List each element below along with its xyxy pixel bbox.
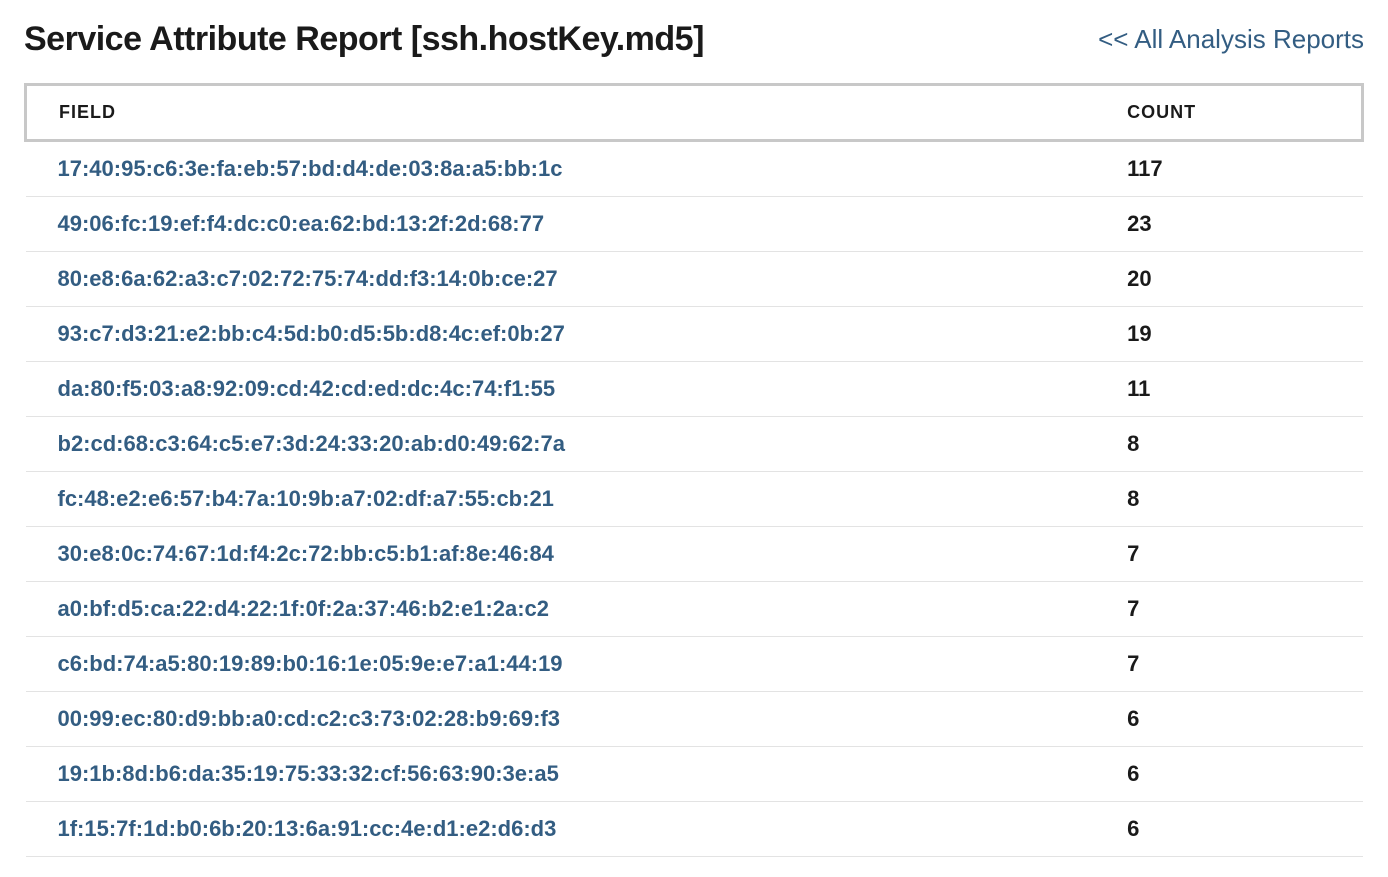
field-cell: da:80:f5:03:a8:92:09:cd:42:cd:ed:dc:4c:7… xyxy=(26,362,1096,417)
table-row: 17:40:95:c6:3e:fa:eb:57:bd:d4:de:03:8a:a… xyxy=(26,141,1363,197)
table-row: da:80:f5:03:a8:92:09:cd:42:cd:ed:dc:4c:7… xyxy=(26,362,1363,417)
table-row: b2:cd:68:c3:64:c5:e7:3d:24:33:20:ab:d0:4… xyxy=(26,417,1363,472)
count-cell: 19 xyxy=(1095,307,1362,362)
count-cell: 7 xyxy=(1095,527,1362,582)
count-cell: 20 xyxy=(1095,252,1362,307)
count-cell: 6 xyxy=(1095,802,1362,857)
table-header: FIELD COUNT xyxy=(26,85,1363,141)
column-header-count: COUNT xyxy=(1095,85,1362,141)
table-row: 1f:15:7f:1d:b0:6b:20:13:6a:91:cc:4e:d1:e… xyxy=(26,802,1363,857)
field-link[interactable]: 30:e8:0c:74:67:1d:f4:2c:72:bb:c5:b1:af:8… xyxy=(58,541,554,566)
page-title: Service Attribute Report [ssh.hostKey.md… xyxy=(24,20,704,59)
field-link[interactable]: a0:bf:d5:ca:22:d4:22:1f:0f:2a:37:46:b2:e… xyxy=(58,596,550,621)
field-cell: 1f:15:7f:1d:b0:6b:20:13:6a:91:cc:4e:d1:e… xyxy=(26,802,1096,857)
table-row: c6:bd:74:a5:80:19:89:b0:16:1e:05:9e:e7:a… xyxy=(26,637,1363,692)
column-header-field: FIELD xyxy=(26,85,1096,141)
field-link[interactable]: b2:cd:68:c3:64:c5:e7:3d:24:33:20:ab:d0:4… xyxy=(58,431,565,456)
field-cell: 30:e8:0c:74:67:1d:f4:2c:72:bb:c5:b1:af:8… xyxy=(26,527,1096,582)
field-link[interactable]: 17:40:95:c6:3e:fa:eb:57:bd:d4:de:03:8a:a… xyxy=(58,156,563,181)
table-row: 00:99:ec:80:d9:bb:a0:cd:c2:c3:73:02:28:b… xyxy=(26,692,1363,747)
field-cell: 80:e8:6a:62:a3:c7:02:72:75:74:dd:f3:14:0… xyxy=(26,252,1096,307)
count-cell: 8 xyxy=(1095,472,1362,527)
table-row: 19:1b:8d:b6:da:35:19:75:33:32:cf:56:63:9… xyxy=(26,747,1363,802)
field-cell: fc:48:e2:e6:57:b4:7a:10:9b:a7:02:df:a7:5… xyxy=(26,472,1096,527)
field-cell: 49:06:fc:19:ef:f4:dc:c0:ea:62:bd:13:2f:2… xyxy=(26,197,1096,252)
field-cell: 17:40:95:c6:3e:fa:eb:57:bd:d4:de:03:8a:a… xyxy=(26,141,1096,197)
count-cell: 23 xyxy=(1095,197,1362,252)
field-link[interactable]: c6:bd:74:a5:80:19:89:b0:16:1e:05:9e:e7:a… xyxy=(58,651,563,676)
field-cell: c6:bd:74:a5:80:19:89:b0:16:1e:05:9e:e7:a… xyxy=(26,637,1096,692)
field-link[interactable]: 00:99:ec:80:d9:bb:a0:cd:c2:c3:73:02:28:b… xyxy=(58,706,561,731)
table-body: 17:40:95:c6:3e:fa:eb:57:bd:d4:de:03:8a:a… xyxy=(26,141,1363,857)
table-row: 93:c7:d3:21:e2:bb:c4:5d:b0:d5:5b:d8:4c:e… xyxy=(26,307,1363,362)
count-cell: 6 xyxy=(1095,692,1362,747)
field-cell: a0:bf:d5:ca:22:d4:22:1f:0f:2a:37:46:b2:e… xyxy=(26,582,1096,637)
field-link[interactable]: 19:1b:8d:b6:da:35:19:75:33:32:cf:56:63:9… xyxy=(58,761,559,786)
field-link[interactable]: da:80:f5:03:a8:92:09:cd:42:cd:ed:dc:4c:7… xyxy=(58,376,556,401)
field-link[interactable]: fc:48:e2:e6:57:b4:7a:10:9b:a7:02:df:a7:5… xyxy=(58,486,554,511)
report-table: FIELD COUNT 17:40:95:c6:3e:fa:eb:57:bd:d… xyxy=(24,83,1364,857)
count-cell: 7 xyxy=(1095,582,1362,637)
field-cell: b2:cd:68:c3:64:c5:e7:3d:24:33:20:ab:d0:4… xyxy=(26,417,1096,472)
count-cell: 11 xyxy=(1095,362,1362,417)
field-link[interactable]: 49:06:fc:19:ef:f4:dc:c0:ea:62:bd:13:2f:2… xyxy=(58,211,545,236)
count-cell: 6 xyxy=(1095,747,1362,802)
all-reports-link[interactable]: << All Analysis Reports xyxy=(1098,24,1364,55)
table-row: 80:e8:6a:62:a3:c7:02:72:75:74:dd:f3:14:0… xyxy=(26,252,1363,307)
count-cell: 8 xyxy=(1095,417,1362,472)
field-cell: 00:99:ec:80:d9:bb:a0:cd:c2:c3:73:02:28:b… xyxy=(26,692,1096,747)
table-row: fc:48:e2:e6:57:b4:7a:10:9b:a7:02:df:a7:5… xyxy=(26,472,1363,527)
field-link[interactable]: 1f:15:7f:1d:b0:6b:20:13:6a:91:cc:4e:d1:e… xyxy=(58,816,557,841)
table-row: 30:e8:0c:74:67:1d:f4:2c:72:bb:c5:b1:af:8… xyxy=(26,527,1363,582)
table-row: a0:bf:d5:ca:22:d4:22:1f:0f:2a:37:46:b2:e… xyxy=(26,582,1363,637)
count-cell: 117 xyxy=(1095,141,1362,197)
field-link[interactable]: 80:e8:6a:62:a3:c7:02:72:75:74:dd:f3:14:0… xyxy=(58,266,558,291)
report-header: Service Attribute Report [ssh.hostKey.md… xyxy=(24,20,1364,59)
table-row: 49:06:fc:19:ef:f4:dc:c0:ea:62:bd:13:2f:2… xyxy=(26,197,1363,252)
field-link[interactable]: 93:c7:d3:21:e2:bb:c4:5d:b0:d5:5b:d8:4c:e… xyxy=(58,321,565,346)
field-cell: 19:1b:8d:b6:da:35:19:75:33:32:cf:56:63:9… xyxy=(26,747,1096,802)
count-cell: 7 xyxy=(1095,637,1362,692)
field-cell: 93:c7:d3:21:e2:bb:c4:5d:b0:d5:5b:d8:4c:e… xyxy=(26,307,1096,362)
